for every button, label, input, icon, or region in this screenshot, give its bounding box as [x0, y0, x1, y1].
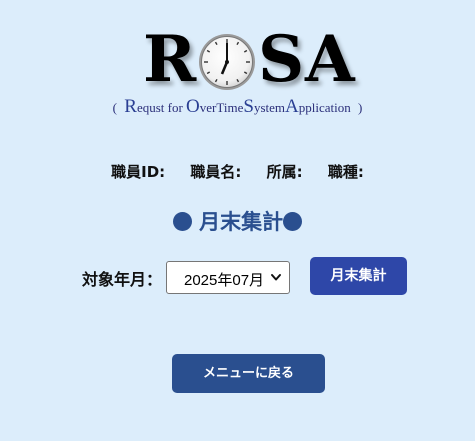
subtitle-o-rest: verTime: [199, 100, 244, 115]
logo-letter-s: S: [258, 22, 305, 97]
subtitle-close-paren: ): [357, 100, 363, 115]
logo-letter-r: R: [143, 22, 197, 97]
job-type-label: 職種:: [327, 163, 364, 181]
target-month-value: 2025年07月: [184, 272, 265, 289]
logo-letter-a: A: [305, 22, 355, 97]
employee-info: 職員ID: 職員名: 所属: 職種:: [0, 161, 475, 182]
chevron-down-icon: [271, 274, 281, 281]
subtitle-a-cap: A: [285, 96, 299, 117]
employee-name-label: 職員名:: [190, 163, 242, 181]
page-title: 月末集計: [0, 206, 475, 236]
department-label: 所属:: [266, 163, 303, 181]
target-month-select[interactable]: 2025年07月: [166, 261, 290, 294]
heading-bullet-left: [172, 212, 192, 231]
subtitle-a-rest: pplication: [298, 100, 351, 115]
target-month-label: 対象年月：: [82, 270, 163, 289]
employee-id-label: 職員ID:: [111, 163, 166, 181]
subtitle-s-rest: ystem: [253, 100, 285, 115]
aggregate-button[interactable]: 月末集計: [310, 257, 407, 295]
subtitle-r-cap: R: [124, 96, 137, 117]
subtitle-open-paren: (: [112, 100, 117, 115]
clock-icon: [199, 34, 255, 90]
back-to-menu-button[interactable]: メニューに戻る: [172, 354, 325, 393]
subtitle-s-cap: S: [243, 96, 254, 117]
app-logo: R S A: [0, 28, 475, 98]
subtitle-r-rest: equst for: [136, 100, 187, 115]
app-subtitle: ( Requst for OverTimeSystemApplication ): [0, 96, 475, 118]
subtitle-o-cap: O: [186, 96, 200, 117]
page-title-text: 月末集計: [199, 210, 284, 234]
heading-bullet-right: [283, 212, 303, 231]
